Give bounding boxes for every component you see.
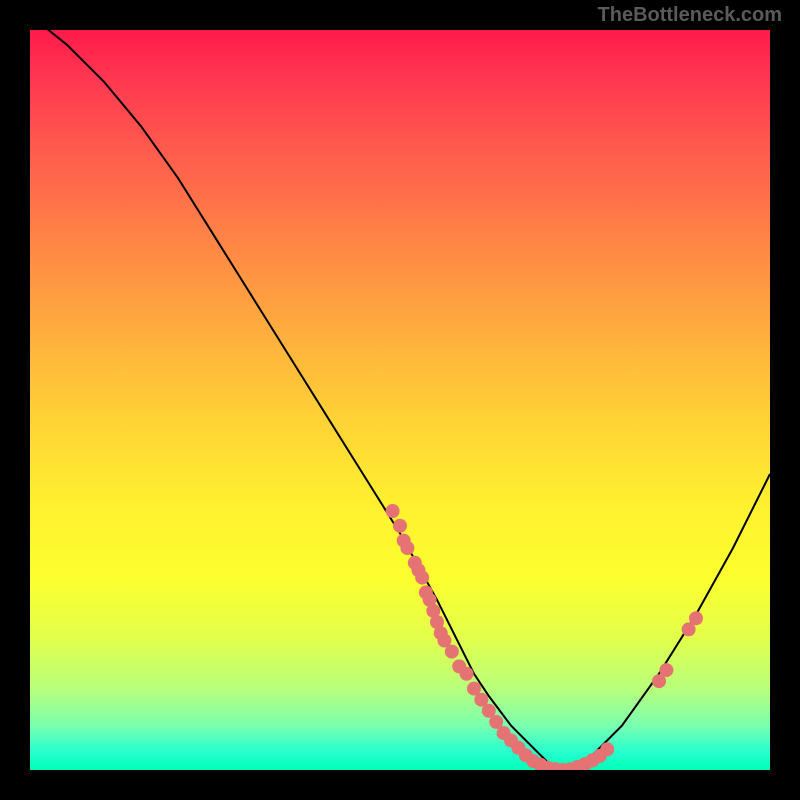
- data-point: [386, 504, 400, 518]
- chart-scatter-points: [386, 504, 703, 770]
- chart-plot-area: [30, 30, 770, 770]
- watermark-text: TheBottleneck.com: [598, 4, 782, 27]
- data-point: [689, 611, 703, 625]
- data-point: [460, 667, 474, 681]
- data-point: [393, 519, 407, 533]
- data-point: [659, 663, 673, 677]
- data-point: [400, 541, 414, 555]
- chart-line: [30, 30, 770, 770]
- data-point: [415, 571, 429, 585]
- data-point: [600, 742, 614, 756]
- chart-svg: [30, 30, 770, 770]
- data-point: [445, 645, 459, 659]
